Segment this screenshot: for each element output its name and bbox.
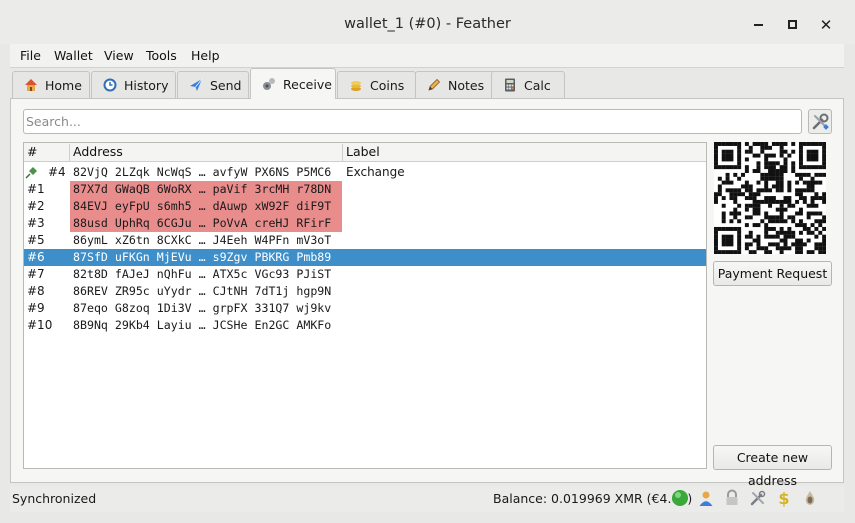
menu-file[interactable]: File [20,48,41,63]
balance-display: Balance: 0.019969 XMR (€4.02) [493,491,693,506]
row-label [345,317,545,334]
minimize-icon [753,24,763,26]
send-icon [188,77,204,93]
settings-icon[interactable] [749,489,767,507]
row-label [345,232,545,249]
qr-code-image [714,142,827,255]
tab-receive-label: Receive [283,76,332,92]
calculator-icon [502,77,518,93]
tab-receive[interactable]: Receive [250,68,336,99]
tab-send[interactable]: Send [177,71,249,98]
table-row[interactable]: #6 87SfD uFKGn MjEVu … s9Zgv PBKRG Pmb89 [24,249,706,266]
pencil-icon [426,77,442,93]
row-label [345,215,545,232]
row-address: 82t8D fAJeJ nQhFu … ATX5c VGc93 PJiST [73,267,332,281]
row-index: #10 [27,318,53,332]
history-icon [102,77,118,93]
tools-icon [812,113,829,130]
tab-calc-label: Calc [524,77,551,93]
row-address: 88usd UphRq 6CGJu … PoVvA creHJ RFirF [70,215,342,232]
tab-send-label: Send [210,77,242,93]
column-header-address[interactable]: Address [69,144,343,161]
search-field[interactable] [23,109,802,134]
table-row[interactable]: #5 86ymL xZ6tn 8CXkC … J4Eeh W4PFn mV3oT [24,232,706,249]
column-header-label[interactable]: Label [342,144,706,161]
row-index: #2 [27,199,45,213]
status-bar: Synchronized Balance: 0.019969 XMR (€4.0… [10,486,844,512]
table-row[interactable]: #10 8B9Nq 29Kb4 Layiu … JCSHe En2GC AMKFo [24,317,706,334]
connection-status-icon[interactable] [671,489,689,507]
pin-icon [25,167,37,179]
row-index: #7 [27,267,45,281]
tab-home[interactable]: Home [12,71,90,98]
address-qr-code[interactable] [714,142,827,255]
menu-wallet[interactable]: Wallet [54,48,93,63]
lock-icon[interactable] [723,489,741,507]
row-label [345,300,545,317]
payment-request-button[interactable]: Payment Request [713,261,832,286]
table-row[interactable]: #7 82t8D fAJeJ nQhFu … ATX5c VGc93 PJiST [24,266,706,283]
row-index: #1 [27,182,45,196]
row-address: 86ymL xZ6tn 8CXkC … J4Eeh W4PFn mV3oT [73,233,332,247]
row-address: 82VjQ 2LZqk NcWqS … avfyW PX6NS P5MC6 [73,165,332,179]
table-row[interactable]: #2 84EVJ eyFpU s6mh5 … dAuwp xW92F diF9T [24,198,706,215]
tab-history-label: History [124,77,169,93]
tab-home-label: Home [45,77,82,93]
row-label: Exchange [346,165,405,179]
row-address: 8B9Nq 29Kb4 Layiu … JCSHe En2GC AMKFo [73,318,332,332]
address-tools-button[interactable] [808,109,832,134]
svg-text:$: $ [778,489,789,507]
window-title: wallet_1 (#0) - Feather [344,16,511,32]
search-input[interactable] [24,110,801,133]
close-button[interactable]: ✕ [817,16,835,34]
menu-tools[interactable]: Tools [146,48,177,63]
row-index: #5 [27,233,45,247]
row-index: #8 [27,284,45,298]
menu-bar: File Wallet View Tools Help [10,44,844,68]
tab-calc[interactable]: Calc [491,71,565,98]
maximize-button[interactable] [783,16,801,34]
table-header: # Address Label [24,143,706,162]
row-label [345,283,545,300]
table-row[interactable]: #3 88usd UphRq 6CGJu … PoVvA creHJ RFirF [24,215,706,232]
receive-icon [261,76,277,92]
row-index: #9 [27,301,45,315]
table-row[interactable]: #9 87eqo G8zoq 1Di3V … grpFX 331Q7 wj9kv [24,300,706,317]
row-label [345,181,545,198]
seed-icon[interactable]: $ [775,489,793,507]
create-new-address-button[interactable]: Create new address [713,445,832,488]
title-bar: wallet_1 (#0) - Feather ✕ [0,0,855,44]
tor-icon[interactable] [801,489,819,507]
minimize-button[interactable] [749,16,767,34]
address-table: # Address Label #4 82VjQ 2LZqk NcWqS … av… [23,142,707,469]
tab-coins[interactable]: Coins [337,71,416,98]
row-index: #3 [27,216,45,230]
tab-bar: Home History Send Receive Coins Notes Ca… [10,68,844,99]
row-address: 87eqo G8zoq 1Di3V … grpFX 331Q7 wj9kv [73,301,332,315]
home-icon [23,77,39,93]
row-address: 86REV ZR95c uYydr … CJtNH 7dT1j hgp9N [73,284,332,298]
row-address: 87SfD uFKGn MjEVu … s9Zgv PBKRG Pmb89 [73,250,332,264]
table-row[interactable]: #4 82VjQ 2LZqk NcWqS … avfyW PX6NS P5MC6 E… [24,164,706,181]
row-label [345,249,545,266]
account-icon[interactable] [697,489,715,507]
column-header-index[interactable]: # [24,144,70,161]
menu-view[interactable]: View [104,48,134,63]
row-address: 84EVJ eyFpU s6mh5 … dAuwp xW92F diF9T [70,198,342,215]
coins-icon [348,77,364,93]
row-label [345,198,545,215]
table-row[interactable]: #1 87X7d GWaQB 6WoRX … paVif 3rcMH r78DN [24,181,706,198]
tab-notes[interactable]: Notes [415,71,497,98]
tab-history[interactable]: History [91,71,176,98]
row-label [345,266,545,283]
row-address: 87X7d GWaQB 6WoRX … paVif 3rcMH r78DN [70,181,342,198]
menu-help[interactable]: Help [191,48,220,63]
tab-coins-label: Coins [370,77,405,93]
table-row[interactable]: #8 86REV ZR95c uYydr … CJtNH 7dT1j hgp9N [24,283,706,300]
sync-status: Synchronized [12,491,97,506]
tab-notes-label: Notes [448,77,485,93]
row-index: #6 [27,250,45,264]
maximize-icon [787,20,797,29]
